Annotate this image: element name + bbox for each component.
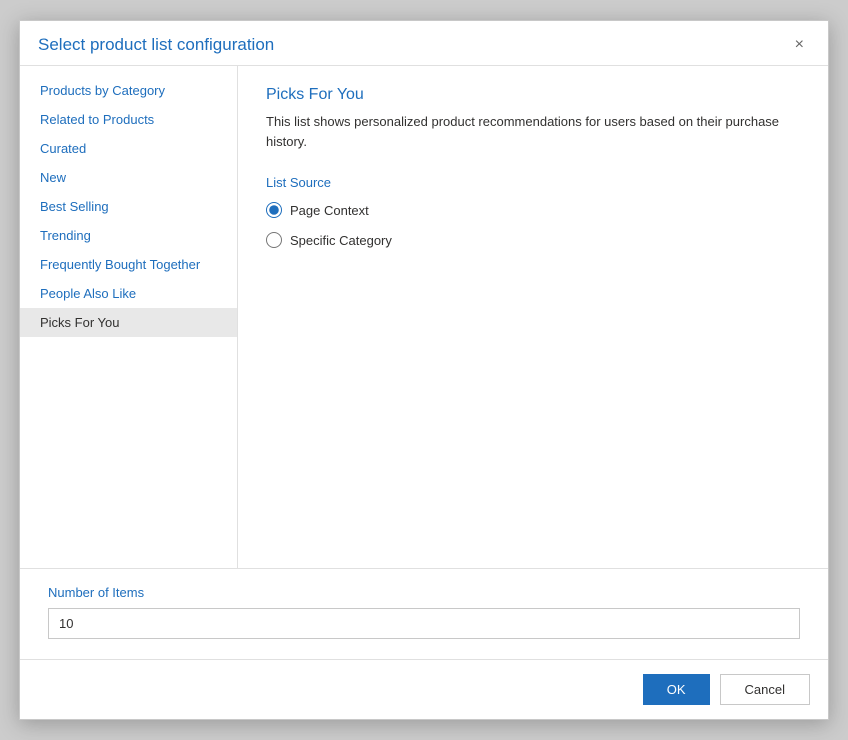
number-of-items-label: Number of Items [48,585,800,600]
sidebar-item-picks-for-you[interactable]: Picks For You [20,308,237,337]
sidebar-item-related-to-products[interactable]: Related to Products [20,105,237,134]
radio-page-context[interactable] [266,202,282,218]
radio-specific-category[interactable] [266,232,282,248]
radio-specific-category-label: Specific Category [290,233,392,248]
dialog-title: Select product list configuration [38,35,274,55]
list-source-label: List Source [266,175,800,190]
sidebar-item-curated[interactable]: Curated [20,134,237,163]
sidebar-item-new[interactable]: New [20,163,237,192]
dialog-title-bar: Select product list configuration × [20,21,828,65]
content-title: Picks For You [266,86,800,104]
close-button[interactable]: × [789,35,810,55]
footer-section: Number of Items [20,568,828,659]
ok-button[interactable]: OK [643,674,710,705]
sidebar-item-best-selling[interactable]: Best Selling [20,192,237,221]
dialog-body: Products by Category Related to Products… [20,65,828,568]
dialog: Select product list configuration × Prod… [19,20,829,720]
sidebar-item-people-also-like[interactable]: People Also Like [20,279,237,308]
sidebar-item-frequently-bought-together[interactable]: Frequently Bought Together [20,250,237,279]
content-description: This list shows personalized product rec… [266,112,800,151]
cancel-button[interactable]: Cancel [720,674,810,705]
number-of-items-input[interactable] [48,608,800,639]
sidebar-item-products-by-category[interactable]: Products by Category [20,76,237,105]
dialog-footer: OK Cancel [20,659,828,719]
radio-page-context-label: Page Context [290,203,369,218]
radio-option-specific-category[interactable]: Specific Category [266,232,800,248]
radio-option-page-context[interactable]: Page Context [266,202,800,218]
sidebar: Products by Category Related to Products… [20,66,238,568]
sidebar-item-trending[interactable]: Trending [20,221,237,250]
radio-group: Page Context Specific Category [266,202,800,248]
main-content: Picks For You This list shows personaliz… [238,66,828,568]
